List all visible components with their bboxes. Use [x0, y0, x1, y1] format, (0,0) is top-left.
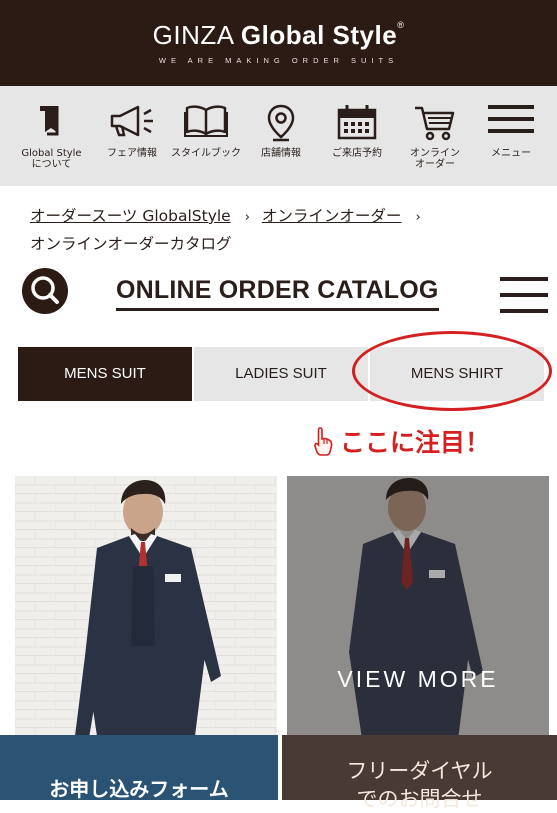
site-header: GINZA Global Style® WE ARE MAKING ORDER … [0, 0, 557, 86]
free-dial-label-2: でのお問合せ [356, 787, 483, 811]
icon-nav: Global Style について フェア情報 スタイルブック 店舗情報 ご来店… [0, 86, 557, 186]
tagline: WE ARE MAKING ORDER SUITS [158, 56, 399, 65]
nav-item-about[interactable]: Global Style について [0, 86, 103, 186]
breadcrumb-link-online-order[interactable]: オンラインオーダー [262, 207, 402, 225]
breadcrumb-separator: › [244, 210, 250, 225]
hamburger-icon [488, 105, 534, 133]
book-flag-icon [39, 106, 58, 136]
tab-mens-suit[interactable]: MENS SUIT [18, 347, 192, 401]
nav-label: 店舗情報 [261, 148, 301, 159]
search-icon [31, 276, 59, 304]
nav-label: ご来店予約 [332, 148, 382, 159]
catalog-menu-button[interactable] [500, 277, 548, 313]
menu-bar [500, 309, 548, 313]
open-book-icon [184, 105, 228, 137]
apply-form-label: お申し込みフォーム [49, 777, 229, 801]
site-logo[interactable]: GINZA Global Style® [0, 20, 557, 51]
logo-registered-mark: ® [397, 20, 405, 30]
cart-icon [415, 106, 455, 141]
breadcrumb-link-home[interactable]: オーダースーツ GlobalStyle [30, 207, 231, 225]
free-dial-button[interactable]: フリーダイヤル でのお問合せ [282, 735, 557, 811]
nav-item-fair[interactable]: フェア情報 [100, 86, 164, 186]
page-title: ONLINE ORDER CATALOG [116, 276, 439, 311]
nav-item-stylebook[interactable]: スタイルブック [164, 86, 248, 186]
nav-item-online-order[interactable]: オンライン オーダー [398, 86, 472, 186]
logo-global-style: Global Style [240, 20, 398, 50]
menu-bar [500, 293, 548, 297]
nav-label: メニュー [491, 148, 531, 159]
apply-form-button[interactable]: お申し込みフォーム [0, 735, 278, 801]
breadcrumb-separator: › [415, 210, 421, 225]
nav-label: Global Style について [21, 148, 82, 170]
nav-label: フェア情報 [107, 148, 157, 159]
search-button[interactable] [22, 268, 68, 314]
calendar-icon [337, 105, 377, 140]
logo-ginza: GINZA [152, 20, 241, 50]
megaphone-icon [110, 105, 153, 137]
tab-ladies-suit[interactable]: LADIES SUIT [194, 347, 368, 401]
breadcrumb-current: オンラインオーダーカタログ [30, 235, 232, 253]
breadcrumb: オーダースーツ GlobalStyle › オンラインオーダー › オンラインオーダー… [30, 203, 540, 257]
nav-label: スタイルブック [171, 148, 241, 159]
nav-item-shops[interactable]: 店舗情報 [248, 86, 314, 186]
nav-item-reservation[interactable]: ご来店予約 [318, 86, 396, 186]
pointing-hand-icon [314, 427, 333, 456]
menu-bar [500, 277, 548, 281]
map-pin-icon [267, 104, 295, 142]
nav-label: オンライン オーダー [410, 148, 460, 170]
nav-item-menu[interactable]: メニュー [478, 86, 544, 186]
view-more-label: VIEW MORE [337, 666, 499, 692]
highlight-ellipse [352, 331, 552, 411]
free-dial-label-1: フリーダイヤル [346, 759, 493, 783]
annotation-text: ここに注目！ [340, 428, 491, 457]
